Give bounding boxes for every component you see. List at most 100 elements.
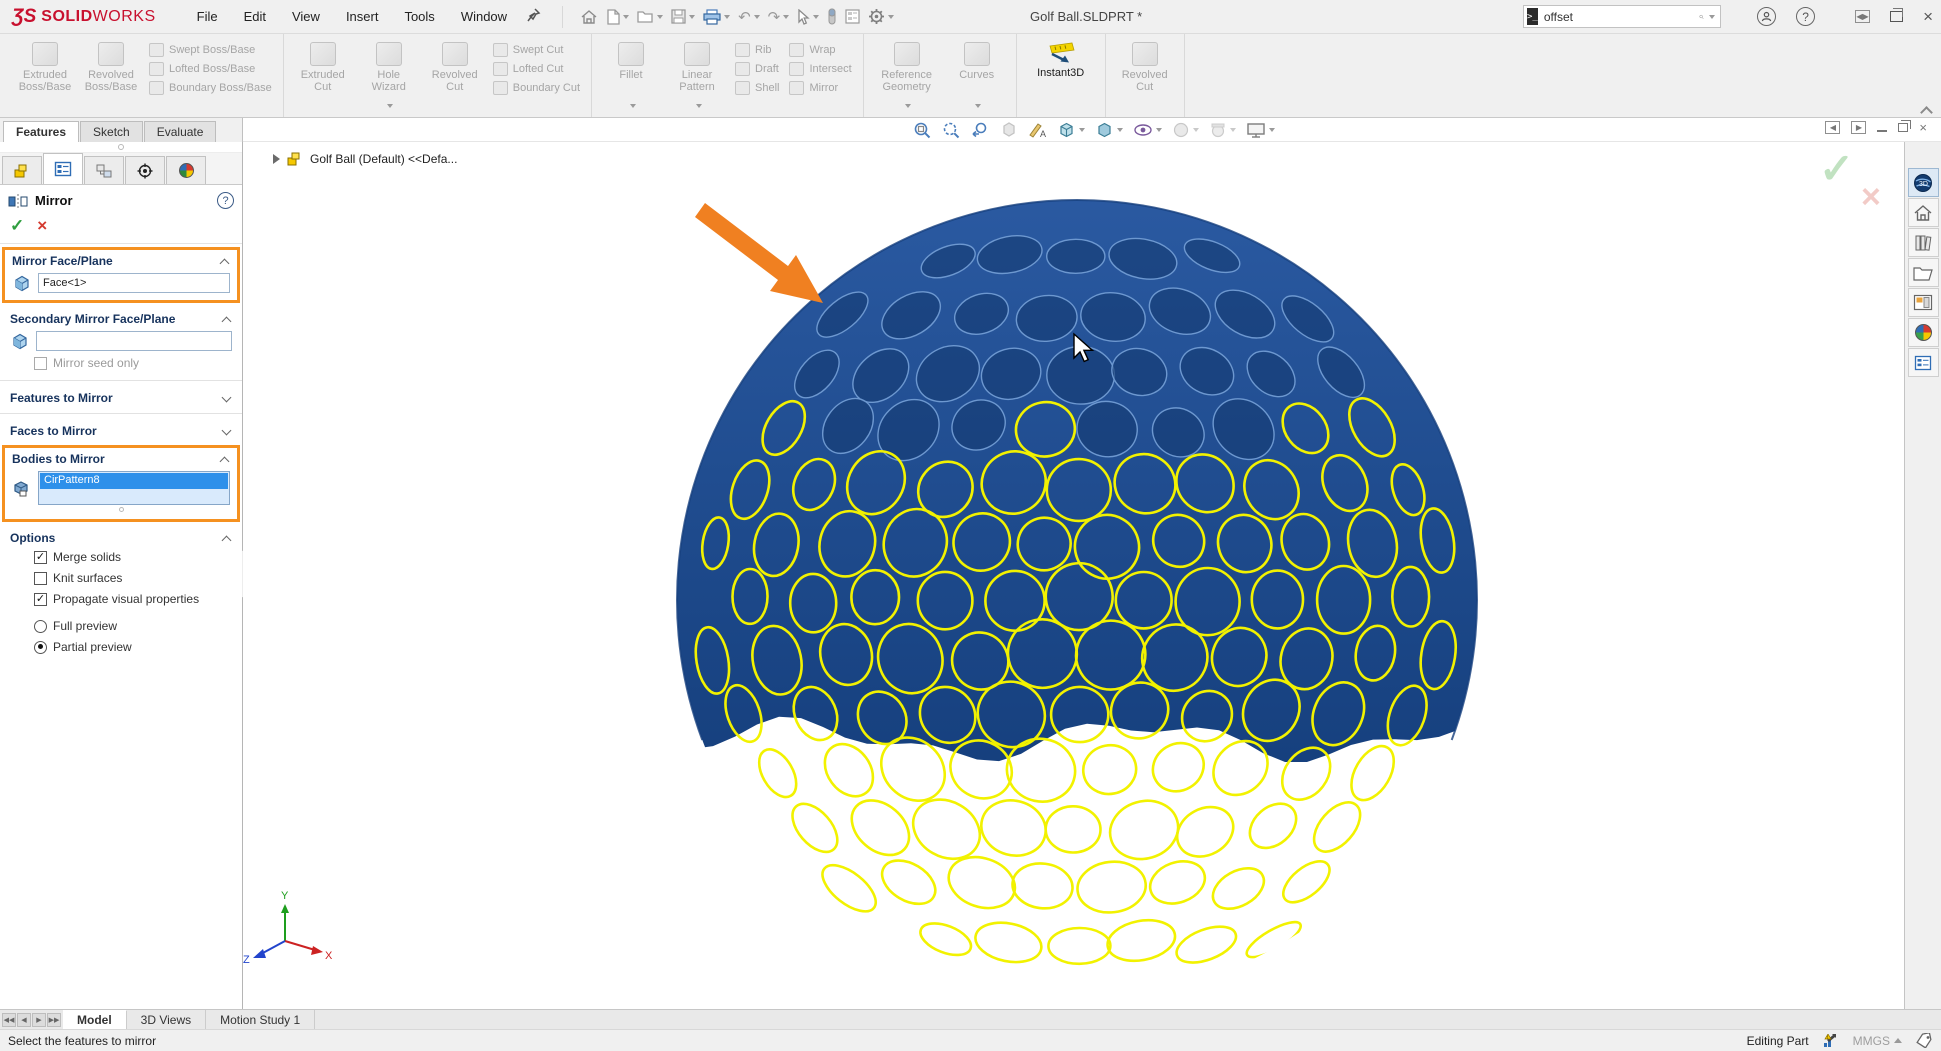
dynamic-annotation-button[interactable]: A [1026, 120, 1049, 140]
units-selector[interactable]: MMGS [1853, 1034, 1902, 1048]
motion-study-tab[interactable]: Motion Study 1 [206, 1010, 315, 1029]
doc-minimize-button[interactable] [1877, 130, 1887, 132]
features-to-mirror-header[interactable]: Features to Mirror [10, 391, 232, 405]
checkbox-checked-icon[interactable]: ✓ [34, 551, 47, 564]
pm-ok-button[interactable]: ✓ [10, 216, 24, 236]
restore-button[interactable] [1890, 11, 1903, 22]
file-explorer-tab[interactable] [1908, 258, 1939, 287]
view-orientation-button[interactable] [1055, 120, 1087, 140]
menu-insert[interactable]: Insert [333, 9, 392, 24]
options-gear-button[interactable] [865, 6, 897, 27]
bodies-to-mirror-header[interactable]: Bodies to Mirror [12, 452, 230, 466]
3dexperience-tab[interactable]: 3D [1908, 168, 1939, 197]
dimxpert-manager-tab[interactable] [125, 156, 165, 184]
search-input[interactable] [1544, 10, 1699, 24]
pm-help-icon[interactable]: ? [217, 192, 234, 209]
golf-ball-model[interactable]: YXZ [243, 142, 1904, 1009]
new-document-button[interactable] [603, 7, 632, 27]
graphics-viewport[interactable]: YXZ Golf Ball (Default) <<Defa... ✓ × [243, 142, 1904, 1009]
close-button[interactable]: × [1923, 7, 1933, 27]
doc-restore-button[interactable] [1898, 123, 1908, 132]
scroll-last-button[interactable]: ▶▶ [47, 1013, 61, 1027]
save-button[interactable] [668, 7, 698, 26]
display-style-button[interactable] [1093, 120, 1125, 140]
hide-show-items-button[interactable] [1131, 120, 1164, 140]
previous-view-button[interactable] [969, 120, 992, 140]
partial-preview-radio-row[interactable]: Partial preview [10, 635, 232, 656]
panel-splitter[interactable] [0, 142, 242, 153]
checkbox-checked-icon[interactable]: ✓ [34, 593, 47, 606]
faces-to-mirror-header[interactable]: Faces to Mirror [10, 424, 232, 438]
doc-close-button[interactable]: × [1919, 121, 1927, 134]
model-tab[interactable]: Model [63, 1010, 127, 1029]
zoom-to-area-button[interactable] [940, 120, 963, 140]
mirror-face-field[interactable] [38, 273, 230, 293]
menu-window[interactable]: Window [448, 9, 520, 24]
design-library-tab[interactable] [1908, 228, 1939, 257]
scroll-first-button[interactable]: ◀◀ [2, 1013, 16, 1027]
zoom-to-fit-button[interactable] [911, 120, 934, 140]
collapse-left-pane-button[interactable]: ◀ [1825, 121, 1840, 134]
tab-evaluate[interactable]: Evaluate [144, 121, 217, 142]
configuration-manager-tab[interactable] [84, 156, 124, 184]
flyout-expand-icon[interactable] [273, 154, 280, 164]
print-button[interactable] [700, 7, 733, 27]
scroll-left-button[interactable]: ◀ [17, 1013, 31, 1027]
pm-cancel-button[interactable]: × [37, 216, 47, 236]
checkbox-unchecked-icon[interactable] [34, 357, 47, 370]
bodies-listbox[interactable]: CirPattern8 [38, 471, 230, 505]
menu-tools[interactable]: Tools [391, 9, 447, 24]
secondary-face-section-header[interactable]: Secondary Mirror Face/Plane [10, 312, 232, 326]
merge-solids-checkbox-row[interactable]: ✓ Merge solids [10, 545, 232, 566]
home-tab[interactable] [1908, 198, 1939, 227]
menu-view[interactable]: View [279, 9, 333, 24]
select-cursor-button[interactable] [794, 7, 822, 27]
full-preview-radio-row[interactable]: Full preview [10, 614, 232, 635]
help-button[interactable]: ? [1796, 7, 1815, 26]
open-document-button[interactable] [634, 7, 666, 26]
confirm-corner-ok-icon[interactable]: ✓ [1819, 144, 1854, 193]
property-manager-tab[interactable] [43, 153, 83, 184]
mirror-seed-only-checkbox-row[interactable]: Mirror seed only [10, 351, 232, 372]
ribbon-collapse-chevron[interactable] [1921, 107, 1931, 113]
command-search[interactable]: >_ [1523, 5, 1721, 28]
menu-edit[interactable]: Edit [231, 9, 279, 24]
confirm-corner-cancel-icon[interactable]: × [1861, 178, 1881, 217]
redo-button[interactable]: ↷ [765, 6, 793, 28]
boundary-boss-base-button: Boundary Boss/Base [146, 80, 275, 96]
ribbon-group-cut: ExtrudedCut HoleWizard RevolvedCut Swept… [284, 34, 592, 117]
magnetic-mate-button[interactable] [824, 6, 840, 27]
appearances-scenes-tab[interactable] [1908, 318, 1939, 347]
checkbox-unchecked-icon[interactable] [34, 572, 47, 585]
options-header[interactable]: Options [10, 531, 232, 545]
scroll-right-button[interactable]: ▶ [32, 1013, 46, 1027]
tab-features[interactable]: Features [3, 121, 79, 142]
bodies-list-item[interactable]: CirPattern8 [40, 473, 228, 489]
menu-file[interactable]: File [184, 9, 231, 24]
tag-icon[interactable] [1916, 1033, 1933, 1048]
properties-button[interactable] [842, 7, 863, 26]
tabs-and-viewport-top: Features Sketch Evaluate A ◀ ▶ [0, 118, 1941, 142]
widescreen-button[interactable]: ◀▶ [1855, 10, 1870, 23]
pin-menu-icon[interactable] [526, 7, 546, 26]
tab-sketch[interactable]: Sketch [80, 121, 143, 142]
radio-selected-icon[interactable] [34, 641, 47, 654]
knit-surfaces-checkbox-row[interactable]: Knit surfaces [10, 566, 232, 587]
home-button[interactable] [577, 7, 601, 27]
undo-button[interactable]: ↶ [735, 6, 763, 28]
collapse-right-pane-button[interactable]: ▶ [1851, 121, 1866, 134]
view-palette-tab[interactable] [1908, 288, 1939, 317]
feature-manager-tab[interactable] [2, 156, 42, 184]
radio-unselected-icon[interactable] [34, 620, 47, 633]
search-magnifier-icon[interactable] [1699, 9, 1704, 25]
secondary-face-field[interactable] [36, 331, 232, 351]
display-manager-tab[interactable] [166, 156, 206, 184]
mirror-face-section-header[interactable]: Mirror Face/Plane [12, 254, 230, 268]
login-user-button[interactable] [1757, 7, 1776, 26]
custom-properties-tab[interactable] [1908, 348, 1939, 377]
instant3d-button[interactable]: Instant3D [1025, 38, 1097, 115]
propagate-visual-properties-checkbox-row[interactable]: ✓ Propagate visual properties [10, 587, 232, 608]
3d-views-tab[interactable]: 3D Views [127, 1010, 206, 1029]
feature-tree-flyout[interactable]: Golf Ball (Default) <<Defa... [273, 152, 457, 166]
view-settings-button[interactable] [1244, 120, 1277, 140]
